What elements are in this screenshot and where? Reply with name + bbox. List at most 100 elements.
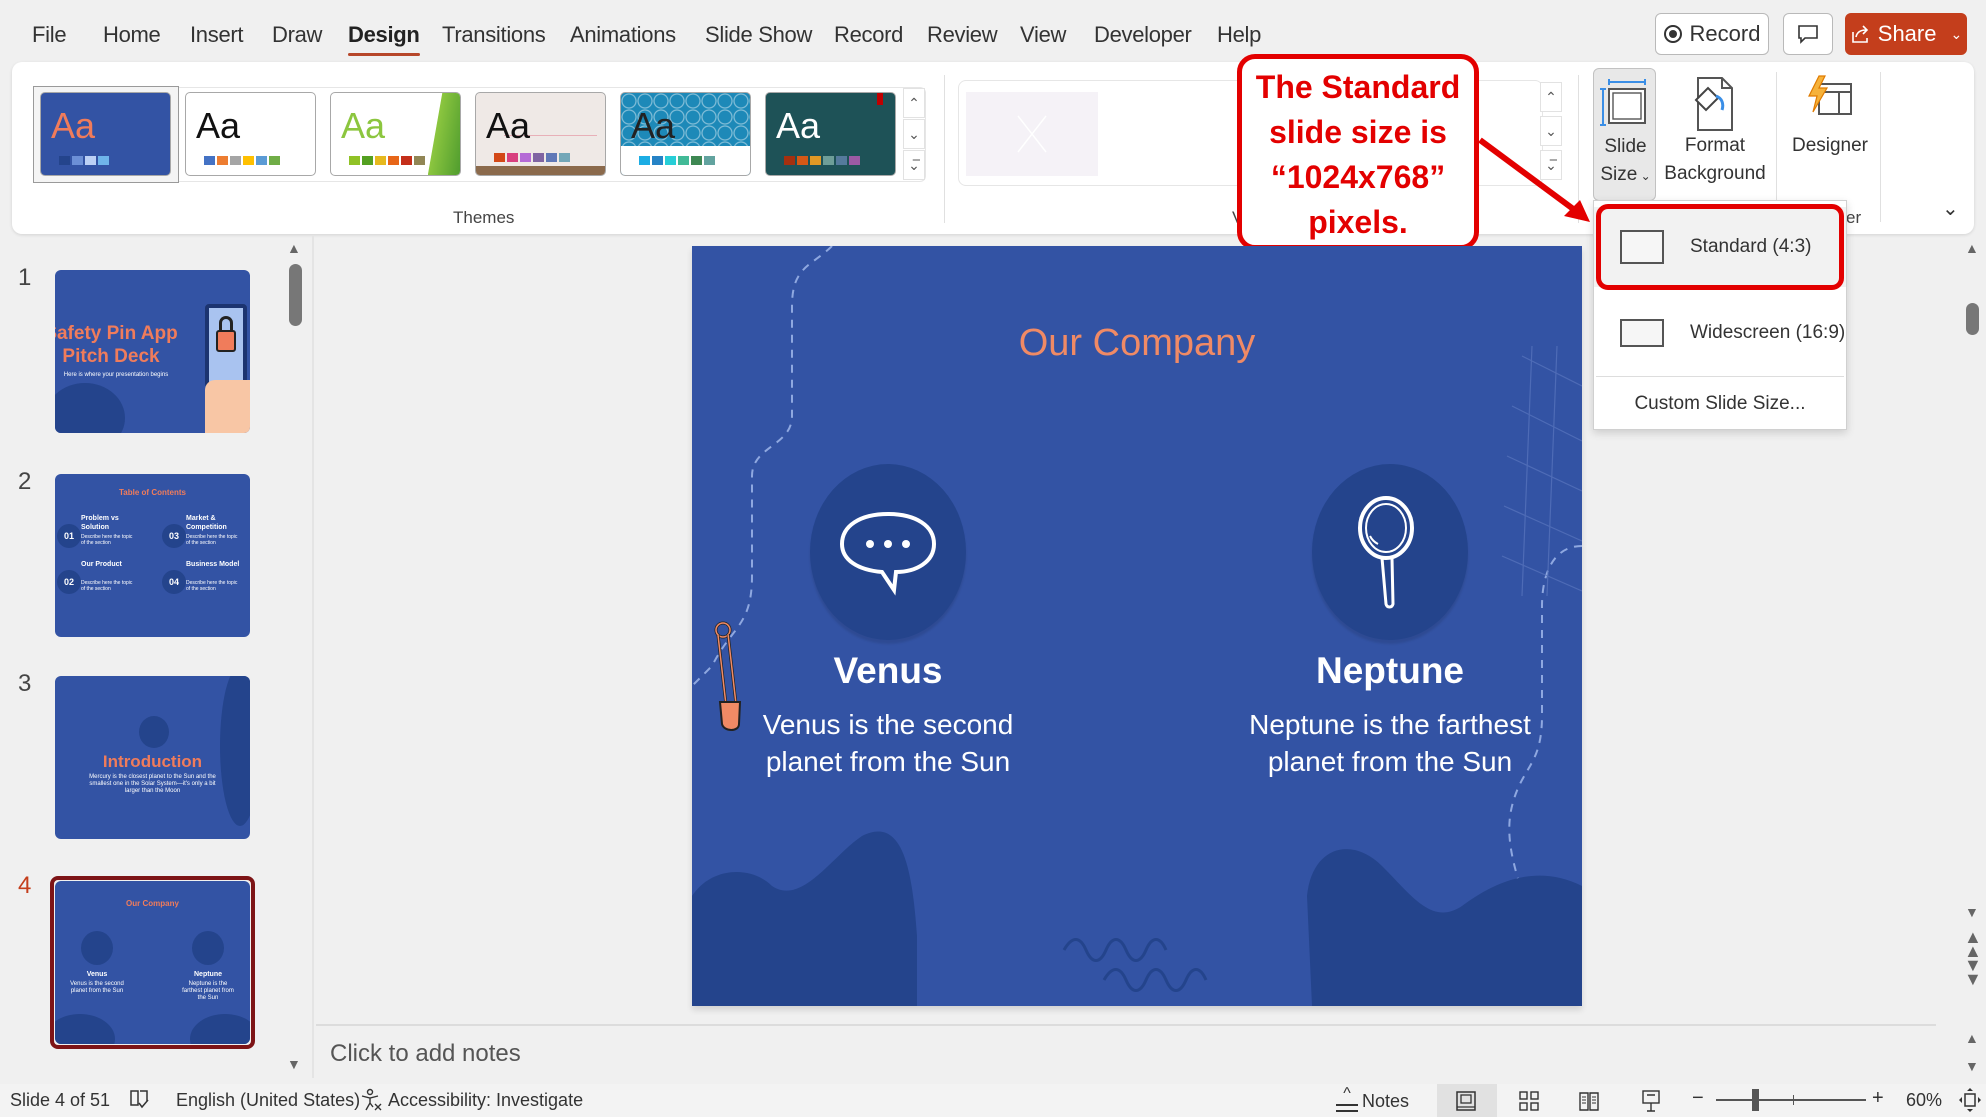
- tab-review[interactable]: Review: [927, 22, 998, 48]
- theme-color-swatch: [401, 156, 412, 165]
- spell-check-book-icon[interactable]: [128, 1089, 150, 1111]
- notes-scroll-up-arrow[interactable]: ▲: [1965, 1030, 1979, 1046]
- thumbnails-scroll-down-arrow[interactable]: ▼: [287, 1056, 301, 1072]
- neptune-heading[interactable]: Neptune: [1240, 650, 1540, 692]
- tab-view[interactable]: View: [1020, 22, 1066, 48]
- slide-sorter-icon[interactable]: [1518, 1090, 1540, 1112]
- theme-thumbnail-berlin[interactable]: Aa: [765, 92, 896, 176]
- format-background-label: Format Background: [1660, 132, 1770, 188]
- tab-developer[interactable]: Developer: [1094, 22, 1192, 48]
- themes-more-button[interactable]: ⌄̅: [903, 150, 925, 180]
- language-indicator[interactable]: English (United States): [176, 1090, 360, 1111]
- share-button[interactable]: Share ⌄: [1845, 13, 1967, 55]
- theme-thumbnail-current[interactable]: Aa: [40, 92, 171, 176]
- slide-size-icon: [1600, 79, 1646, 126]
- zoom-slider-track[interactable]: [1716, 1099, 1866, 1101]
- record-button[interactable]: Record: [1655, 13, 1769, 55]
- hand-illustration: [205, 380, 250, 433]
- notes-pane[interactable]: Click to add notes: [316, 1024, 1936, 1078]
- venus-heading[interactable]: Venus: [738, 650, 1038, 692]
- variant-placeholder[interactable]: [966, 92, 1098, 176]
- thumb-col-heading: Venus: [86, 971, 108, 978]
- thumbnails-scroll-up-arrow[interactable]: ▲: [287, 240, 301, 256]
- share-dropdown-chevron-icon[interactable]: ⌄: [1950, 26, 1962, 43]
- normal-view-button[interactable]: [1437, 1084, 1497, 1117]
- tab-draw[interactable]: Draw: [272, 22, 322, 48]
- slide-show-icon[interactable]: [1640, 1089, 1662, 1113]
- slide-size-label: Slide Size ⌄: [1594, 133, 1657, 190]
- tab-home[interactable]: Home: [103, 22, 161, 48]
- ribbon-collapse-chevron-icon[interactable]: ⌄: [1942, 196, 1959, 221]
- tab-slide-show[interactable]: Slide Show: [705, 22, 812, 48]
- tab-file[interactable]: File: [32, 22, 67, 48]
- theme-thumbnail-wood-type[interactable]: Aa: [475, 92, 606, 176]
- toc-desc: Describe here the topic of the section: [81, 580, 133, 592]
- comments-button[interactable]: [1783, 13, 1833, 55]
- editor-scrollbar-thumb[interactable]: [1966, 303, 1979, 335]
- tab-help[interactable]: Help: [1217, 22, 1261, 48]
- toc-number: 01: [57, 524, 81, 548]
- slide-thumbnail-3[interactable]: Introduction Mercury is the closest plan…: [55, 676, 250, 839]
- themes-scroll-down-button[interactable]: ⌄: [903, 119, 925, 149]
- icon-circle: [139, 716, 169, 748]
- format-background-label-line1: Format: [1684, 135, 1746, 156]
- theme-thumbnail-ion-boardroom[interactable]: Aa: [620, 92, 751, 176]
- zoom-out-button[interactable]: −: [1692, 1087, 1704, 1110]
- menu-item-widescreen-16-9[interactable]: Widescreen (16:9): [1594, 293, 1846, 373]
- tab-insert[interactable]: Insert: [190, 22, 244, 48]
- neptune-description-line: planet from the Sun: [1267, 746, 1513, 777]
- thumb-col-heading: Neptune: [194, 971, 222, 978]
- thumbnails-scrollbar-thumb[interactable]: [289, 264, 302, 326]
- theme-color-swatch: [533, 153, 544, 162]
- theme-color-swatch: [204, 156, 215, 165]
- slide-thumbnail-2[interactable]: Table of Contents 01 Problem vs Solution…: [55, 474, 250, 637]
- tab-transitions[interactable]: Transitions: [442, 22, 546, 48]
- designer-label: Designer: [1791, 135, 1869, 156]
- theme-color-swatch: [836, 156, 847, 165]
- fit-slide-to-window-icon[interactable]: [1958, 1087, 1982, 1113]
- reading-view-icon[interactable]: [1578, 1090, 1600, 1112]
- tab-record[interactable]: Record: [834, 22, 903, 48]
- themes-scroll-up-button[interactable]: ⌃: [903, 88, 925, 118]
- group-separator: [944, 75, 945, 223]
- notes-toggle-button[interactable]: ^ Notes: [1336, 1086, 1409, 1116]
- slide-size-button[interactable]: Slide Size ⌄: [1593, 68, 1656, 201]
- slide-thumbnail-1[interactable]: Safety Pin App Pitch Deck Here is where y…: [55, 270, 250, 433]
- blob-decoration: [220, 676, 250, 826]
- editor-scroll-down-arrow[interactable]: ▼: [1965, 904, 1979, 920]
- notes-scroll-down-arrow[interactable]: ▼: [1965, 1058, 1979, 1074]
- next-slide-button[interactable]: ▼ ▼: [1964, 956, 1982, 988]
- neptune-description[interactable]: Neptune is the farthest planet from the …: [1210, 706, 1570, 780]
- variants-scroll-up-button[interactable]: ⌃: [1540, 82, 1562, 112]
- format-background-button[interactable]: Format Background: [1660, 68, 1770, 198]
- tab-animations[interactable]: Animations: [570, 22, 676, 48]
- toc-heading: Market & Competition: [186, 515, 227, 531]
- theme-thumbnail-facet[interactable]: Aa: [330, 92, 461, 176]
- slide-number: 3: [18, 670, 32, 697]
- toc-number: 04: [162, 570, 186, 594]
- zoom-in-button[interactable]: +: [1872, 1087, 1884, 1110]
- slide-thumbnail-4[interactable]: Our Company Venus Venus is the second pl…: [55, 881, 250, 1044]
- theme-thumbnail-office[interactable]: Aa: [185, 92, 316, 176]
- record-icon: [1663, 25, 1682, 43]
- annotation-callout: The Standard slide size is “1024x768” pi…: [1237, 54, 1479, 250]
- slide-title[interactable]: Our Company: [692, 322, 1582, 365]
- theme-color-swatch: [849, 156, 860, 165]
- zoom-slider-handle[interactable]: [1752, 1089, 1759, 1111]
- tab-design[interactable]: Design: [348, 22, 420, 56]
- editor-scroll-up-arrow[interactable]: ▲: [1965, 240, 1979, 256]
- venus-description-line: Venus is the second: [762, 709, 1014, 740]
- toc-desc: Describe here the topic of the section: [81, 534, 133, 546]
- menu-item-custom-slide-size[interactable]: Custom Slide Size...: [1594, 379, 1846, 429]
- previous-slide-button[interactable]: ▲ ▲: [1964, 928, 1982, 960]
- empty-variant-x-icon: [1017, 115, 1047, 153]
- accessibility-status[interactable]: Accessibility: Investigate: [388, 1090, 583, 1111]
- thumb-title: Introduction: [102, 752, 203, 771]
- zoom-percentage[interactable]: 60%: [1906, 1090, 1942, 1111]
- designer-button[interactable]: Designer: [1785, 68, 1875, 168]
- blob-decoration: [55, 383, 125, 433]
- chevron-down-icon: ⌄: [1637, 169, 1651, 183]
- slide-canvas[interactable]: Our Company Venus Venus is the second pl…: [692, 246, 1582, 1006]
- share-button-label: Share: [1877, 21, 1937, 46]
- venus-description[interactable]: Venus is the second planet from the Sun: [718, 706, 1058, 780]
